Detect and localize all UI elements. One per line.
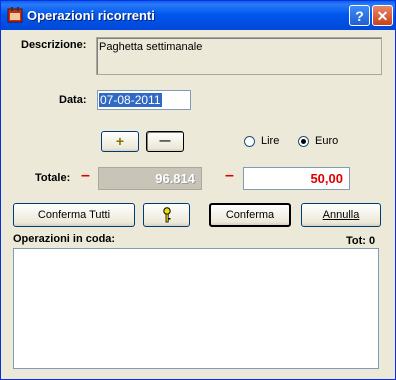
queue-label: Operazioni in coda: xyxy=(13,233,116,245)
total-sign-right: – xyxy=(225,167,234,184)
euro-radio[interactable] xyxy=(298,136,309,147)
converted-total-field: 96.814 xyxy=(98,167,202,190)
lire-label[interactable]: Lire xyxy=(261,135,279,147)
close-button[interactable]: ✕ xyxy=(372,5,393,26)
description-value: Paghetta settimanale xyxy=(99,41,203,53)
queue-list[interactable] xyxy=(13,248,379,369)
help-button[interactable]: ? xyxy=(349,5,370,26)
window-title: Operazioni ricorrenti xyxy=(27,8,155,23)
dialog-window: Operazioni ricorrenti ? ✕ Descrizione: P… xyxy=(0,0,396,380)
converted-total-value: 96.814 xyxy=(155,171,195,186)
date-value: 07-08-2011 xyxy=(99,93,162,107)
total-label: Totale: xyxy=(35,172,71,184)
total-input[interactable]: 50,00 xyxy=(243,167,350,190)
calendar-app-icon xyxy=(7,7,23,23)
date-label: Data: xyxy=(59,94,87,106)
euro-radio-dot xyxy=(301,139,306,144)
queue-count: Tot: 0 xyxy=(346,235,376,247)
title-bar[interactable]: Operazioni ricorrenti ? ✕ xyxy=(1,1,395,30)
description-field[interactable]: Paghetta settimanale xyxy=(96,37,382,75)
lire-radio[interactable] xyxy=(244,136,255,147)
euro-label[interactable]: Euro xyxy=(315,135,338,147)
key-button[interactable] xyxy=(143,203,190,227)
cancel-button[interactable]: Annulla xyxy=(301,203,381,227)
total-sign-left: – xyxy=(81,167,90,184)
key-icon xyxy=(162,207,171,223)
date-input[interactable]: 07-08-2011 xyxy=(97,90,191,110)
confirm-button[interactable]: Conferma xyxy=(209,203,291,227)
minus-button[interactable]: — xyxy=(146,131,184,152)
confirm-all-button[interactable]: Conferma Tutti xyxy=(13,203,135,227)
description-label: Descrizione: xyxy=(21,39,87,51)
plus-button[interactable]: + xyxy=(101,131,139,152)
total-value: 50,00 xyxy=(310,171,343,186)
